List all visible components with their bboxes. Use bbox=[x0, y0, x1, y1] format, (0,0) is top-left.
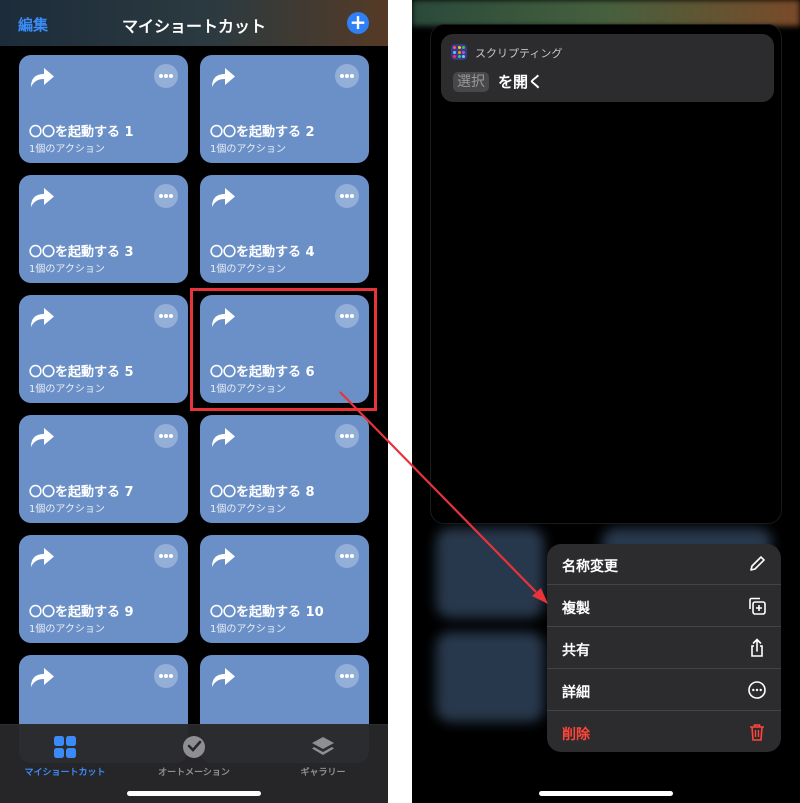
shortcut-action-count: 1個のアクション bbox=[29, 504, 105, 515]
blurred-card bbox=[436, 632, 544, 722]
shortcut-action-count: 1個のアクション bbox=[210, 504, 286, 515]
context-menu-screen: スクリプティング 選択 を開く 名称変更 複製 共有 詳細 削除 bbox=[412, 0, 800, 803]
blurred-card bbox=[436, 528, 544, 618]
more-options-button[interactable] bbox=[154, 304, 178, 328]
more-options-button[interactable] bbox=[335, 664, 359, 688]
share-arrow-icon bbox=[31, 548, 54, 567]
shortcut-card[interactable]: 〇〇を起動する 7 1個のアクション bbox=[19, 415, 188, 523]
shortcut-card[interactable]: 〇〇を起動する 2 1個のアクション bbox=[200, 55, 369, 163]
shortcut-card[interactable]: 〇〇を起動する 10 1個のアクション bbox=[200, 535, 369, 643]
tab-label: オートメーション bbox=[158, 768, 230, 778]
more-options-button[interactable] bbox=[335, 184, 359, 208]
tab-label: マイショートカット bbox=[24, 768, 106, 778]
more-options-button[interactable] bbox=[154, 424, 178, 448]
home-indicator bbox=[539, 791, 673, 796]
action-text: を開く bbox=[498, 73, 544, 91]
menu-item-label: 詳細 bbox=[562, 685, 590, 701]
shortcut-preview: スクリプティング 選択 を開く bbox=[430, 24, 782, 524]
action-block[interactable]: スクリプティング 選択 を開く bbox=[441, 34, 774, 102]
shortcut-name: 〇〇を起動する 8 bbox=[210, 485, 315, 500]
tab-my-shortcuts[interactable]: マイショートカット bbox=[0, 735, 130, 778]
ellipsis-circle-icon bbox=[748, 681, 766, 699]
shortcut-name: 〇〇を起動する 1 bbox=[29, 125, 134, 140]
add-shortcut-button[interactable]: + bbox=[347, 12, 369, 34]
tab-gallery[interactable]: ギャラリー bbox=[258, 735, 388, 778]
shortcut-card[interactable]: 〇〇を起動する 8 1個のアクション bbox=[200, 415, 369, 523]
menu-item-label: 削除 bbox=[562, 727, 590, 743]
shortcut-action-count: 1個のアクション bbox=[29, 264, 105, 275]
share-arrow-icon bbox=[31, 68, 54, 87]
page-title: マイショートカット bbox=[121, 17, 266, 36]
menu-item-rename[interactable]: 名称変更 bbox=[547, 544, 781, 585]
clock-check-icon bbox=[183, 736, 205, 758]
shortcut-card[interactable]: 〇〇を起動する 1 1個のアクション bbox=[19, 55, 188, 163]
menu-item-label: 複製 bbox=[562, 601, 590, 617]
shortcut-action-count: 1個のアクション bbox=[29, 144, 105, 155]
more-options-button[interactable] bbox=[154, 184, 178, 208]
duplicate-icon bbox=[749, 597, 766, 615]
shortcut-card[interactable]: 〇〇を起動する 4 1個のアクション bbox=[200, 175, 369, 283]
pencil-icon bbox=[750, 556, 765, 571]
layers-icon bbox=[312, 737, 334, 755]
share-arrow-icon bbox=[212, 548, 235, 567]
shortcut-name: 〇〇を起動する 10 bbox=[210, 605, 324, 620]
menu-item-share[interactable]: 共有 bbox=[547, 628, 781, 669]
shortcut-card[interactable]: 〇〇を起動する 9 1個のアクション bbox=[19, 535, 188, 643]
shortcut-action-count: 1個のアクション bbox=[210, 144, 286, 155]
shortcut-card[interactable]: 〇〇を起動する 5 1個のアクション bbox=[19, 295, 188, 403]
more-options-button[interactable] bbox=[154, 664, 178, 688]
shortcut-action-count: 1個のアクション bbox=[29, 624, 105, 635]
share-arrow-icon bbox=[31, 428, 54, 447]
share-icon bbox=[751, 638, 763, 657]
menu-item-details[interactable]: 詳細 bbox=[547, 670, 781, 711]
shortcut-action-count: 1個のアクション bbox=[29, 384, 105, 395]
share-arrow-icon bbox=[212, 668, 235, 687]
shortcuts-screen: 〇〇を起動する 1 1個のアクション 〇〇を起動する 2 1個のアクション 〇〇を起動す… bbox=[0, 0, 388, 803]
more-options-button[interactable] bbox=[335, 64, 359, 88]
more-options-button[interactable] bbox=[335, 544, 359, 568]
share-arrow-icon bbox=[31, 668, 54, 687]
shortcut-name: 〇〇を起動する 4 bbox=[210, 245, 315, 260]
menu-item-label: 名称変更 bbox=[562, 559, 618, 575]
shortcut-name: 〇〇を起動する 3 bbox=[29, 245, 134, 260]
trash-icon bbox=[750, 724, 764, 741]
more-options-button[interactable] bbox=[154, 544, 178, 568]
menu-item-delete[interactable]: 削除 bbox=[547, 712, 781, 752]
share-arrow-icon bbox=[31, 308, 54, 327]
tab-automation[interactable]: オートメーション bbox=[129, 735, 259, 778]
shortcut-card[interactable]: 〇〇を起動する 3 1個のアクション bbox=[19, 175, 188, 283]
menu-item-label: 共有 bbox=[562, 643, 590, 659]
select-app-token[interactable]: 選択 bbox=[453, 72, 489, 92]
shortcut-action-count: 1個のアクション bbox=[210, 624, 286, 635]
shortcut-name: 〇〇を起動する 7 bbox=[29, 485, 134, 500]
home-indicator bbox=[127, 791, 261, 796]
share-arrow-icon bbox=[212, 188, 235, 207]
nav-bar: 編集 マイショートカット + bbox=[0, 0, 388, 46]
shortcut-name: 〇〇を起動する 2 bbox=[210, 125, 315, 140]
grid-icon bbox=[54, 736, 76, 758]
scripting-app-icon bbox=[451, 44, 467, 60]
context-menu: 名称変更 複製 共有 詳細 削除 bbox=[547, 544, 781, 752]
action-app-label: スクリプティング bbox=[475, 47, 563, 60]
shortcut-action-count: 1個のアクション bbox=[210, 264, 286, 275]
shortcut-name: 〇〇を起動する 5 bbox=[29, 365, 134, 380]
blurred-background bbox=[412, 0, 800, 26]
tab-label: ギャラリー bbox=[300, 768, 346, 778]
shortcut-name: 〇〇を起動する 9 bbox=[29, 605, 134, 620]
more-options-button[interactable] bbox=[154, 64, 178, 88]
share-arrow-icon bbox=[212, 68, 235, 87]
selection-highlight-box bbox=[190, 288, 377, 411]
more-options-button[interactable] bbox=[335, 424, 359, 448]
share-arrow-icon bbox=[31, 188, 54, 207]
share-arrow-icon bbox=[212, 428, 235, 447]
menu-item-duplicate[interactable]: 複製 bbox=[547, 586, 781, 627]
